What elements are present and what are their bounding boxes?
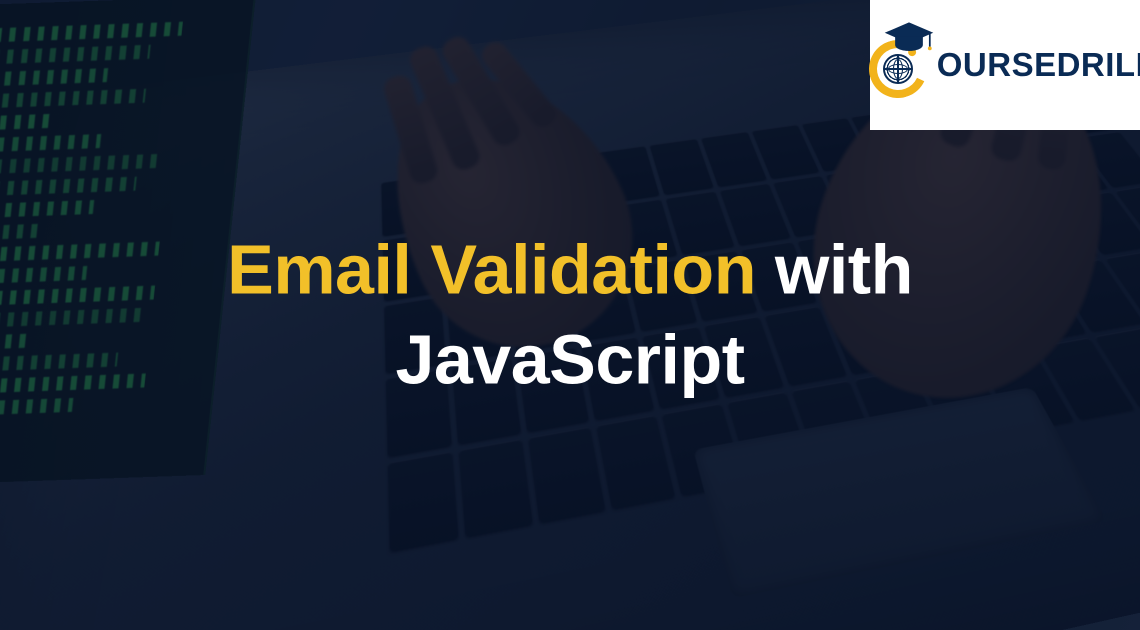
brand-logo-mark: [865, 30, 935, 100]
title-accent-text: Email Validation: [227, 230, 756, 308]
brand-logo: OURSEDRILI: [865, 30, 1140, 100]
title-with-text: with: [775, 230, 913, 308]
banner-hero: Email Validation with JavaScript OURSEDR…: [0, 0, 1140, 630]
graduation-cap-icon: [883, 18, 935, 58]
brand-wordmark: OURSEDRILI: [937, 46, 1140, 84]
brand-badge: OURSEDRILI: [870, 0, 1140, 130]
title-subject-text: JavaScript: [395, 320, 744, 398]
page-title: Email Validation with JavaScript: [57, 225, 1083, 404]
logo-globe-icon: [883, 54, 913, 84]
title-container: Email Validation with JavaScript: [57, 225, 1083, 404]
